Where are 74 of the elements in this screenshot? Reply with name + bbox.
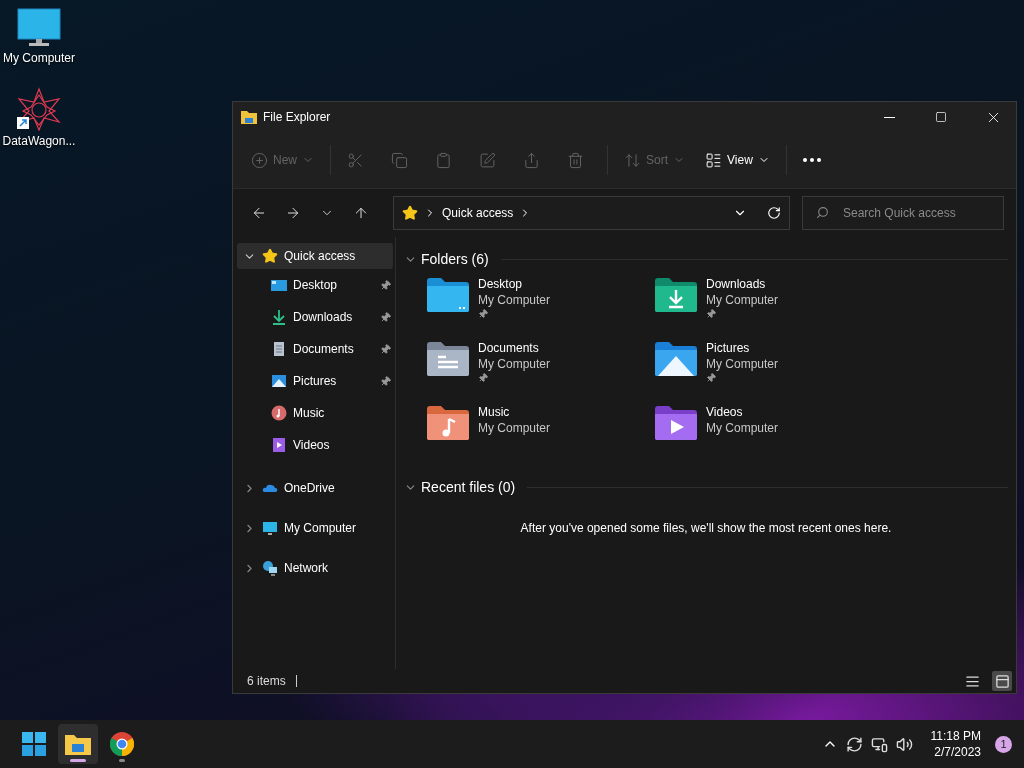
folder-tile[interactable]: Music My Computer: [426, 403, 654, 467]
sidebar-item[interactable]: Downloads: [237, 301, 393, 333]
scissors-icon: [347, 151, 364, 169]
picture-icon: [271, 373, 287, 389]
desktop-shortcut[interactable]: DataWagon...: [0, 87, 78, 148]
document-icon: [271, 341, 287, 357]
item-count: 6 items: [247, 674, 286, 688]
folder-tile[interactable]: Documents My Computer: [426, 339, 654, 403]
volume-icon[interactable]: [895, 735, 913, 753]
video-folder-icon: [654, 405, 698, 442]
sidebar-item[interactable]: OneDrive: [237, 475, 393, 501]
folder-tile[interactable]: Pictures My Computer: [654, 339, 882, 403]
breadcrumb[interactable]: Quick access: [442, 206, 514, 220]
sidebar-item[interactable]: Network: [237, 555, 393, 581]
more-icon: [802, 158, 821, 162]
sidebar-item[interactable]: Documents: [237, 333, 393, 365]
trash-icon: [567, 151, 584, 169]
picture-folder-icon: [654, 341, 698, 378]
arrow-left-icon: [251, 205, 267, 221]
folder-tile[interactable]: Desktop My Computer: [426, 275, 654, 339]
file-explorer-taskbar-button[interactable]: [58, 724, 98, 764]
arrow-right-icon: [285, 205, 301, 221]
plus-icon: [251, 151, 268, 169]
network-icon: [262, 560, 278, 576]
list-icon: [964, 673, 980, 689]
document-folder-icon: [426, 341, 470, 378]
sync-icon[interactable]: [845, 735, 863, 753]
desktop-icon: [271, 277, 287, 293]
folder-tile[interactable]: Downloads My Computer: [654, 275, 882, 339]
monitor-icon: [262, 520, 278, 536]
download-icon: [271, 309, 287, 325]
sidebar-item[interactable]: Quick access: [237, 243, 393, 269]
sidebar-item[interactable]: Music: [237, 397, 393, 429]
notification-badge[interactable]: 1: [995, 735, 1012, 753]
star-icon: [402, 205, 418, 221]
folder-icon: [241, 110, 257, 124]
folder-icon: [426, 277, 470, 314]
monitor-icon: [17, 8, 61, 48]
sort-icon: [624, 151, 641, 169]
tile-icon: [994, 673, 1010, 689]
share-icon: [523, 151, 540, 169]
folder-icon: [65, 733, 91, 755]
list-icon: [705, 151, 723, 169]
sidebar-item[interactable]: Videos: [237, 429, 393, 461]
music-icon: [271, 405, 287, 421]
windows-logo-icon: [22, 732, 46, 756]
clock[interactable]: 11:18 PM 2/7/2023: [930, 728, 981, 760]
window-title: File Explorer: [263, 110, 332, 124]
star-icon: [262, 248, 278, 264]
rename-icon: [479, 151, 496, 169]
music-folder-icon: [426, 405, 470, 442]
star-logo-icon: [15, 87, 63, 131]
section-title: Recent files (0): [421, 479, 516, 495]
copy-icon: [391, 151, 408, 169]
search-icon: [816, 206, 829, 219]
download-folder-icon: [654, 277, 698, 314]
address-bar[interactable]: Quick access: [393, 196, 790, 230]
video-icon: [271, 437, 287, 453]
view-button[interactable]: View: [697, 143, 778, 177]
empty-message: After you've opened some files, we'll show the most recent ones here.: [519, 520, 893, 535]
sidebar-item[interactable]: Desktop: [237, 269, 393, 301]
refresh-icon: [767, 206, 781, 220]
clipboard-icon: [435, 151, 452, 169]
folder-tile[interactable]: Videos My Computer: [654, 403, 882, 467]
minimize-icon: [883, 116, 895, 118]
search-field[interactable]: Search Quick access: [802, 196, 1004, 230]
browser-icon: [110, 732, 134, 756]
sidebar-item[interactable]: Pictures: [237, 365, 393, 397]
tiles-view-button[interactable]: [992, 671, 1012, 691]
desktop-shortcut[interactable]: My Computer: [0, 8, 78, 65]
section-title: Folders (6): [421, 251, 489, 267]
network-icon[interactable]: [870, 735, 888, 753]
sidebar-item[interactable]: My Computer: [237, 515, 393, 541]
maximize-icon: [935, 111, 947, 123]
